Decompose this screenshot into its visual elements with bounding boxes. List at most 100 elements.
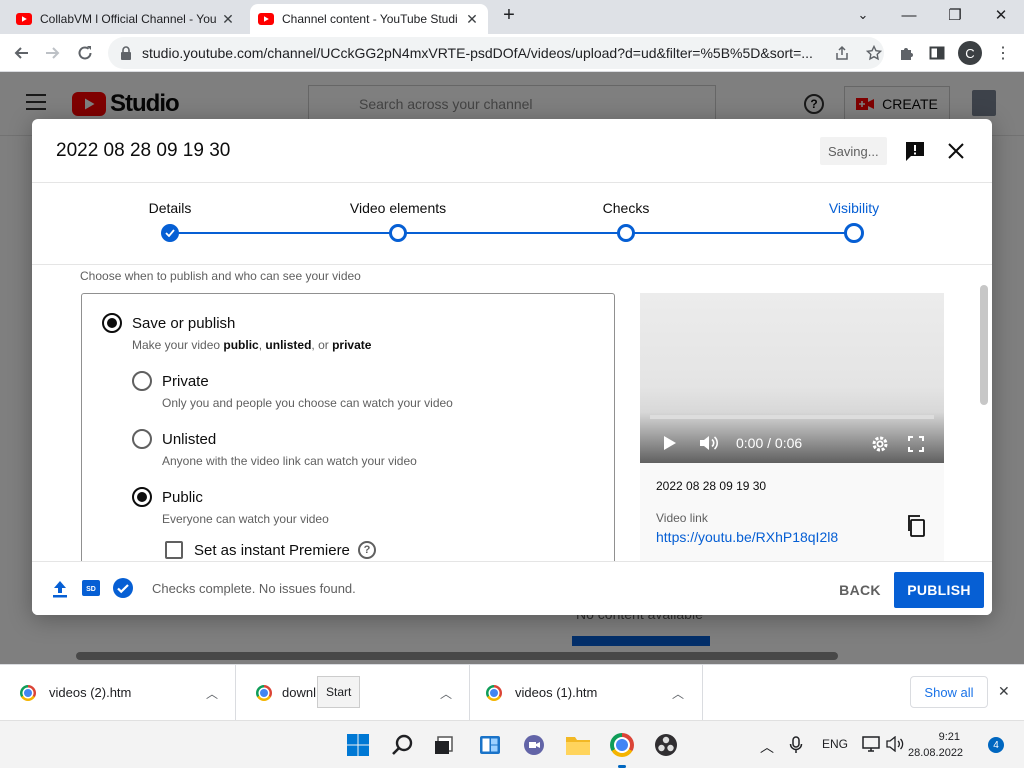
forward-arrow-icon[interactable] <box>38 38 68 68</box>
widgets-icon[interactable] <box>474 729 506 761</box>
notification-badge[interactable]: 4 <box>988 737 1004 753</box>
feedback-icon[interactable] <box>904 140 926 162</box>
system-clock[interactable]: 9:21 28.08.2022 <box>908 729 964 761</box>
show-all-downloads-button[interactable]: Show all <box>910 676 988 708</box>
browser-menu-icon[interactable]: ⋮ <box>988 38 1018 68</box>
dialog-header: 2022 08 28 09 19 30 Saving... <box>32 119 992 183</box>
instant-premiere-checkbox[interactable] <box>165 541 183 559</box>
new-tab-button[interactable]: + <box>494 0 524 30</box>
upload-status-icon[interactable] <box>52 580 68 598</box>
volume-icon[interactable] <box>886 736 904 752</box>
network-icon[interactable] <box>862 736 880 753</box>
back-button[interactable]: BACK <box>828 572 892 608</box>
visibility-content: Choose when to publish and who can see y… <box>32 265 992 561</box>
share-icon[interactable] <box>834 45 850 61</box>
step-video-elements-label[interactable]: Video elements <box>350 200 446 216</box>
browser-tab-bar: CollabVM l Official Channel - You ✕ Chan… <box>0 0 1024 34</box>
tab-search-chevron-icon[interactable]: ⌄ <box>840 0 886 30</box>
chevron-up-icon[interactable]: ︿ <box>672 685 684 702</box>
input-language[interactable]: ENG <box>822 737 848 751</box>
download-item[interactable]: videos (2).htm ︿ <box>0 665 236 721</box>
back-arrow-icon[interactable] <box>6 38 36 68</box>
download-filename: videos (2).htm <box>49 685 132 700</box>
close-downloads-icon[interactable]: ✕ <box>998 683 1010 700</box>
url-text: studio.youtube.com/channel/UCckGG2pN4mxV… <box>142 45 813 61</box>
visibility-subtitle: Choose when to publish and who can see y… <box>80 269 361 283</box>
download-filename: videos (1).htm <box>515 685 598 700</box>
reload-icon[interactable] <box>70 38 100 68</box>
file-explorer-icon[interactable] <box>562 729 594 761</box>
unlisted-label: Unlisted <box>162 431 217 448</box>
chrome-icon[interactable] <box>606 729 638 761</box>
video-time: 0:00 / 0:06 <box>736 435 803 451</box>
side-panel-icon[interactable] <box>922 38 952 68</box>
upload-stepper: Details Video elements Checks Visibility <box>32 183 992 265</box>
youtube-favicon-icon <box>258 13 274 25</box>
upload-dialog: 2022 08 28 09 19 30 Saving... Details Vi… <box>32 119 992 615</box>
public-desc: Everyone can watch your video <box>162 512 329 526</box>
premiere-help-icon[interactable]: ? <box>358 541 376 559</box>
start-tooltip: Start <box>317 676 361 708</box>
private-desc: Only you and people you choose can watch… <box>162 396 453 410</box>
lock-icon <box>121 46 131 60</box>
restore-button[interactable]: ❐ <box>932 0 978 30</box>
public-radio[interactable] <box>132 487 152 507</box>
copy-icon[interactable] <box>906 515 926 537</box>
extensions-puzzle-icon[interactable] <box>892 38 922 68</box>
windows-start-icon[interactable] <box>342 729 374 761</box>
step-details-check-icon[interactable] <box>161 224 179 242</box>
instant-premiere-label: Set as instant Premiere <box>194 542 350 559</box>
video-progress-bar[interactable] <box>650 415 934 419</box>
video-player[interactable]: 0:00 / 0:06 <box>640 293 944 463</box>
publish-button[interactable]: PUBLISH <box>894 572 984 608</box>
profile-avatar[interactable]: C <box>958 41 982 65</box>
step-details-label[interactable]: Details <box>149 200 192 216</box>
volume-icon[interactable] <box>700 435 720 451</box>
chevron-up-icon[interactable]: ︿ <box>206 685 218 702</box>
obs-icon[interactable] <box>650 729 682 761</box>
unlisted-radio[interactable] <box>132 429 152 449</box>
microphone-icon[interactable] <box>789 736 803 754</box>
close-icon[interactable] <box>948 143 964 159</box>
svg-text:SD: SD <box>86 586 96 593</box>
public-label: Public <box>162 489 203 506</box>
save-or-publish-radio[interactable] <box>102 313 122 333</box>
bookmark-star-icon[interactable] <box>866 45 882 61</box>
windows-taskbar: ︿ ENG 9:21 28.08.2022 4 <box>0 720 1024 768</box>
fullscreen-icon[interactable] <box>908 436 924 452</box>
chrome-file-icon <box>486 685 502 701</box>
private-radio[interactable] <box>132 371 152 391</box>
hd-processing-icon[interactable]: SD <box>82 580 100 596</box>
step-visibility-label[interactable]: Visibility <box>829 200 879 216</box>
chrome-file-icon <box>20 685 36 701</box>
settings-gear-icon[interactable] <box>871 435 889 453</box>
chevron-up-icon[interactable]: ︿ <box>440 685 452 702</box>
step-video-elements-dot[interactable] <box>389 224 407 242</box>
window-close-button[interactable]: ✕ <box>978 0 1024 30</box>
checks-complete-icon[interactable] <box>112 577 134 599</box>
browser-tab-collabvm[interactable]: CollabVM l Official Channel - You ✕ <box>8 4 244 34</box>
address-bar[interactable]: studio.youtube.com/channel/UCckGG2pN4mxV… <box>108 37 884 69</box>
dialog-footer: SD Checks complete. No issues found. BAC… <box>32 561 992 615</box>
teams-chat-icon[interactable] <box>518 729 550 761</box>
download-item[interactable]: videos (1).htm ︿ <box>470 665 703 721</box>
save-or-publish-panel: Save or publish Make your video public, … <box>81 293 615 561</box>
content-scrollbar[interactable] <box>980 285 988 405</box>
tab-title: Channel content - YouTube Studi <box>282 12 458 26</box>
play-icon[interactable] <box>664 436 676 450</box>
save-or-publish-label: Save or publish <box>132 315 236 332</box>
step-checks-dot[interactable] <box>617 224 635 242</box>
tray-overflow-chevron-icon[interactable]: ︿ <box>760 737 774 757</box>
minimize-button[interactable]: — <box>886 0 932 30</box>
tab-close-icon[interactable]: ✕ <box>220 11 236 28</box>
video-link[interactable]: https://youtu.be/RXhP18qI2l8 <box>656 529 838 545</box>
checks-status-text: Checks complete. No issues found. <box>152 581 356 596</box>
search-icon[interactable] <box>387 729 419 761</box>
step-visibility-dot[interactable] <box>844 223 864 243</box>
browser-tab-channel-content[interactable]: Channel content - YouTube Studi ✕ <box>250 4 488 34</box>
clock-date: 28.08.2022 <box>908 747 964 759</box>
task-view-icon[interactable] <box>428 729 460 761</box>
step-checks-label[interactable]: Checks <box>603 200 650 216</box>
private-label: Private <box>162 373 209 390</box>
tab-close-icon[interactable]: ✕ <box>464 11 480 28</box>
